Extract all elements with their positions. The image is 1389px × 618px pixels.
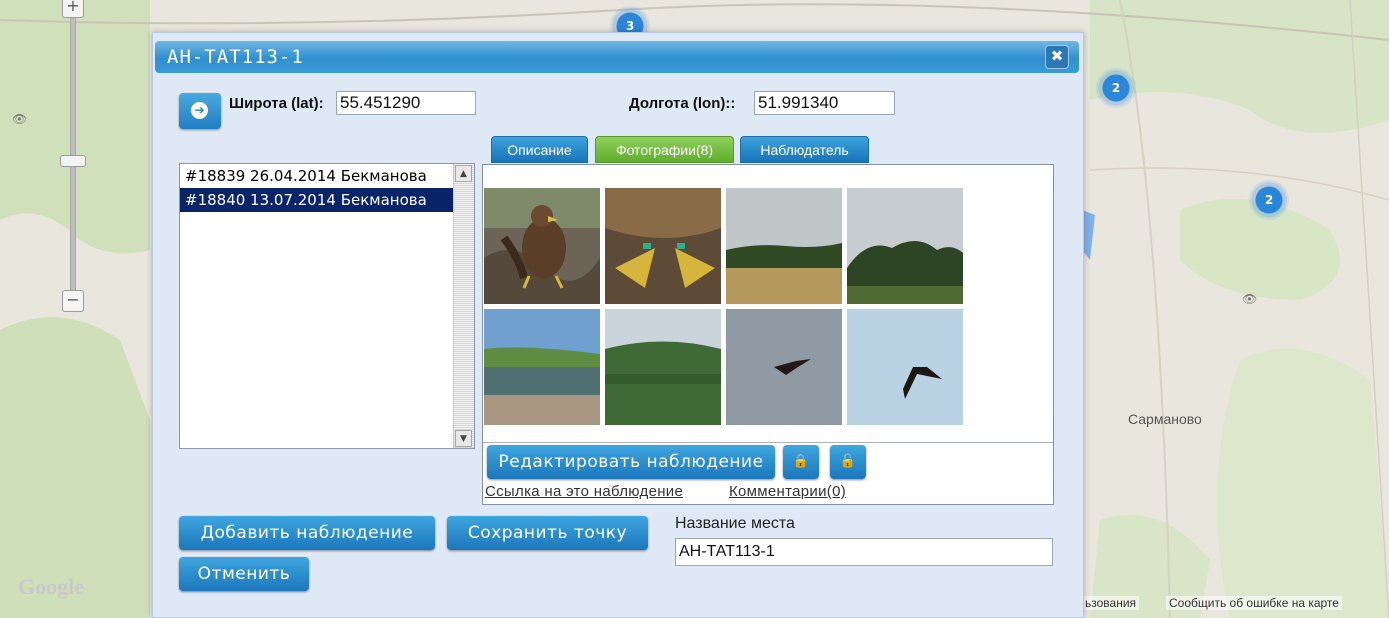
lon-input[interactable] (754, 91, 895, 115)
scroll-down-icon[interactable]: ▼ (455, 430, 472, 447)
zoom-slider-handle[interactable] (60, 155, 86, 167)
comments-link[interactable]: Комментарии(0) (729, 483, 846, 500)
zoom-in-button[interactable]: + (62, 0, 84, 18)
photo-thumbnail[interactable] (726, 188, 842, 304)
observation-list[interactable]: #18839 26.04.2014 Бекманова #18840 13.07… (179, 163, 475, 449)
photo-thumbnail[interactable] (726, 309, 842, 425)
lock-icon[interactable]: 🔒 (783, 445, 819, 479)
place-name-input[interactable] (675, 538, 1053, 566)
observation-dialog: АН-ТАТ113-1 ✖ ➔ Широта (lat): Долгота (l… (152, 32, 1084, 618)
tab-observer[interactable]: Наблюдатель (740, 136, 869, 163)
photo-thumbnail[interactable] (605, 188, 721, 304)
eye-icon[interactable]: 👁 (1242, 292, 1257, 306)
eye-icon[interactable]: 👁 (12, 112, 27, 126)
photo-thumbnail[interactable] (484, 309, 600, 425)
place-name-label: Название места (675, 515, 795, 532)
panel-divider (483, 442, 1053, 443)
field-forest-photo (726, 188, 842, 304)
eagle-chick-photo (484, 188, 600, 304)
observation-link[interactable]: Ссылка на это наблюдение (485, 483, 683, 500)
pine-forest-photo (605, 309, 721, 425)
lat-label: Широта (lat): (229, 95, 324, 112)
eagle-flying-photo (726, 309, 842, 425)
photos-panel: Редактировать наблюдение 🔒 🔓 Ссылка на э… (482, 164, 1054, 505)
photo-thumbnail[interactable] (847, 309, 963, 425)
eagle-talons-photo (605, 188, 721, 304)
save-point-button[interactable]: Сохранить точку (447, 516, 648, 550)
list-item-selected[interactable]: #18840 13.07.2014 Бекманова (180, 188, 453, 212)
scrollbar[interactable]: ▲ ▼ (453, 164, 474, 448)
arrow-right-icon: ➔ (191, 102, 208, 119)
eagle-sky-photo (847, 309, 963, 425)
lon-label: Долгота (lon):: (629, 95, 736, 112)
zoom-control[interactable]: + − (60, 0, 86, 330)
tab-photos[interactable]: Фотографии(8) (595, 136, 734, 163)
list-item[interactable]: #18839 26.04.2014 Бекманова (180, 164, 453, 188)
lake-road-photo (484, 309, 600, 425)
unlock-icon[interactable]: 🔓 (830, 445, 866, 479)
google-logo[interactable]: Google (18, 574, 84, 600)
photo-thumbnail[interactable] (484, 188, 600, 304)
zoom-rail[interactable] (70, 0, 76, 302)
close-icon[interactable]: ✖ (1045, 45, 1069, 69)
report-map-error-link[interactable]: Сообщить об ошибке на карте (1166, 596, 1342, 610)
lat-input[interactable] (336, 91, 476, 115)
map-cluster-marker[interactable]: 2 (1249, 180, 1289, 220)
map-terms-link[interactable]: ьзования (1082, 596, 1140, 610)
dialog-titlebar[interactable]: АН-ТАТ113-1 ✖ (155, 41, 1079, 73)
add-observation-button[interactable]: Добавить наблюдение (179, 516, 435, 550)
photo-thumbnail[interactable] (847, 188, 963, 304)
edit-observation-button[interactable]: Редактировать наблюдение (487, 445, 775, 479)
cancel-button[interactable]: Отменить (179, 557, 309, 591)
map-cluster-marker[interactable]: 2 (1096, 68, 1136, 108)
scroll-up-icon[interactable]: ▲ (455, 165, 472, 182)
dialog-title: АН-ТАТ113-1 (167, 46, 304, 68)
go-to-point-button[interactable]: ➔ (179, 93, 221, 129)
tab-description[interactable]: Описание (491, 136, 588, 163)
map-town-label: Сарманово (1128, 411, 1202, 427)
photo-thumbnail[interactable] (605, 309, 721, 425)
forest-edge-photo (847, 188, 963, 304)
zoom-out-button[interactable]: − (62, 290, 84, 312)
